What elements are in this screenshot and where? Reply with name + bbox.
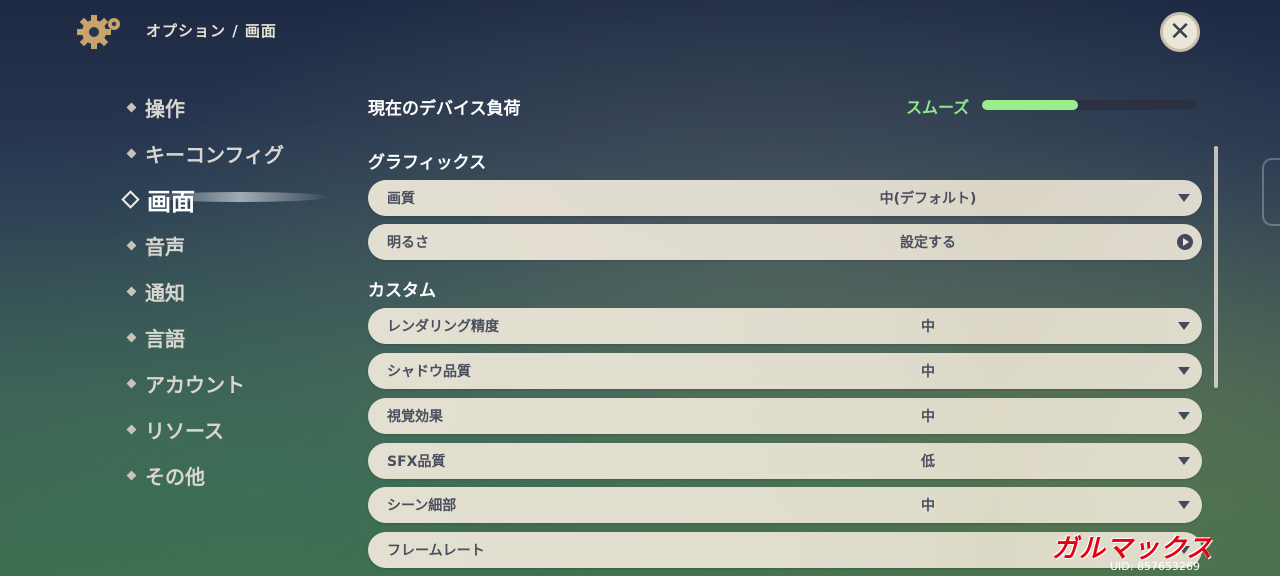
setting-row-quality[interactable]: 画質 中(デフォルト) xyxy=(368,180,1202,216)
setting-row-render-resolution[interactable]: レンダリング精度 中 xyxy=(368,308,1202,344)
setting-row-sfx-quality[interactable]: SFX品質 低 xyxy=(368,443,1202,479)
setting-row-scene-detail[interactable]: シーン細部 中 xyxy=(368,487,1202,523)
diamond-icon xyxy=(126,378,137,388)
setting-value: 中 xyxy=(921,409,935,425)
setting-value: 中 xyxy=(921,364,935,380)
sidebar-item-label: 通知 xyxy=(145,280,185,305)
setting-row-brightness[interactable]: 明るさ 設定する xyxy=(368,224,1202,260)
setting-label: フレームレート xyxy=(387,543,485,559)
device-load-status: スムーズ xyxy=(906,98,970,117)
close-button[interactable]: ✕ xyxy=(1160,12,1200,52)
device-load-bar-fill xyxy=(982,100,1079,110)
setting-label: レンダリング精度 xyxy=(387,319,499,335)
dropdown-arrow-icon[interactable] xyxy=(1178,194,1190,202)
sidebar-item-controls[interactable]: 操作 xyxy=(120,84,340,130)
setting-label: SFX品質 xyxy=(387,454,446,470)
diamond-outline-icon xyxy=(121,189,140,209)
sidebar-item-other[interactable]: その他 xyxy=(120,452,340,498)
setting-label: 明るさ xyxy=(387,235,429,251)
sidebar-item-label: アカウント xyxy=(145,372,245,397)
device-load-title: 現在のデバイス負荷 xyxy=(368,99,521,119)
dropdown-arrow-icon[interactable] xyxy=(1178,412,1190,420)
diamond-icon xyxy=(126,470,137,480)
setting-label: シーン細部 xyxy=(387,498,457,514)
sidebar-item-resources[interactable]: リソース xyxy=(120,406,340,452)
dropdown-arrow-icon[interactable] xyxy=(1178,501,1190,509)
sidebar-item-label: その他 xyxy=(145,464,205,489)
diamond-icon xyxy=(126,332,137,342)
sidebar-item-language[interactable]: 言語 xyxy=(120,314,340,360)
device-load-row: 現在のデバイス負荷 スムーズ xyxy=(368,94,1196,119)
setting-value: 設定する xyxy=(900,235,956,251)
sidebar-item-key-config[interactable]: キーコンフィグ xyxy=(120,130,340,176)
breadcrumb: オプション / 画面 xyxy=(146,22,277,40)
setting-value: 中(デフォルト) xyxy=(879,191,977,207)
setting-value: 低 xyxy=(921,454,935,470)
dropdown-arrow-icon[interactable] xyxy=(1178,367,1190,375)
setting-value: 中 xyxy=(921,498,935,514)
top-bar: オプション / 画面 ✕ xyxy=(0,0,1280,64)
setting-value: 中 xyxy=(921,319,935,335)
setting-label: 画質 xyxy=(387,191,415,207)
diamond-icon xyxy=(126,286,137,296)
uid-label: UID: 857653269 xyxy=(1110,560,1200,573)
sidebar-item-label: リソース xyxy=(145,418,224,443)
setting-label: シャドウ品質 xyxy=(387,364,471,380)
side-edge-tab[interactable] xyxy=(1262,158,1280,226)
sidebar-item-label: 操作 xyxy=(145,96,185,121)
play-arrow-icon[interactable] xyxy=(1177,234,1193,250)
diamond-icon xyxy=(126,148,137,158)
sidebar-item-account[interactable]: アカウント xyxy=(120,360,340,406)
scrollbar[interactable] xyxy=(1214,146,1218,388)
dropdown-arrow-icon[interactable] xyxy=(1178,322,1190,330)
section-title-custom: カスタム xyxy=(368,281,436,301)
diamond-icon xyxy=(126,424,137,434)
diamond-icon xyxy=(126,240,137,250)
gear-icon xyxy=(77,15,120,49)
sidebar: 操作 キーコンフィグ 画面 音声 通知 言語 アカウント リソース その他 xyxy=(120,84,340,498)
device-load-bar xyxy=(982,100,1196,110)
close-icon: ✕ xyxy=(1169,17,1191,47)
sidebar-item-audio[interactable]: 音声 xyxy=(120,222,340,268)
sidebar-item-label: 画面 xyxy=(147,187,195,216)
sidebar-item-notifications[interactable]: 通知 xyxy=(120,268,340,314)
sidebar-item-label: 音声 xyxy=(145,234,185,259)
diamond-icon xyxy=(126,102,137,112)
sidebar-item-display[interactable]: 画面 xyxy=(120,176,340,222)
setting-label: 視覚効果 xyxy=(387,409,443,425)
setting-row-visual-effects[interactable]: 視覚効果 中 xyxy=(368,398,1202,434)
dropdown-arrow-icon[interactable] xyxy=(1178,457,1190,465)
sidebar-item-label: 言語 xyxy=(145,326,185,351)
sidebar-item-label: キーコンフィグ xyxy=(145,142,284,167)
section-title-graphics: グラフィックス xyxy=(368,153,487,173)
setting-row-shadow-quality[interactable]: シャドウ品質 中 xyxy=(368,353,1202,389)
